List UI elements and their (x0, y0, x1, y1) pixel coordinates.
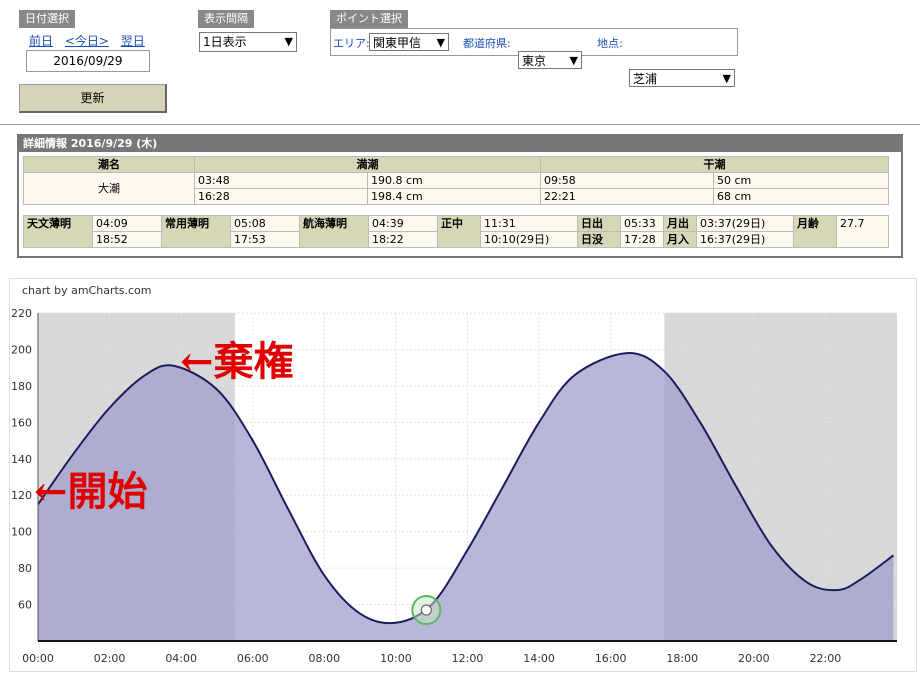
x-tick-label: 06:00 (237, 652, 269, 665)
y-tick-label: 180 (11, 380, 32, 393)
x-tick-label: 04:00 (165, 652, 197, 665)
x-tick-label: 16:00 (595, 652, 627, 665)
x-tick-label: 14:00 (523, 652, 555, 665)
y-tick-label: 80 (18, 562, 32, 575)
annotation-abandon: ←棄権 (180, 338, 294, 385)
y-tick-label: 120 (11, 489, 32, 502)
y-tick-label: 200 (11, 343, 32, 356)
x-tick-label: 10:00 (380, 652, 412, 665)
annotation-start: ←開始 (34, 468, 148, 515)
x-tick-label: 08:00 (308, 652, 340, 665)
cursor-marker-dot (420, 604, 432, 616)
x-tick-label: 22:00 (810, 652, 842, 665)
x-tick-label: 00:00 (22, 652, 54, 665)
y-tick-label: 220 (11, 307, 32, 320)
x-tick-label: 12:00 (452, 652, 484, 665)
tide-chart[interactable]: 60 80 100 120 140 160 180 200 220 00:00 02:00 04:0… (0, 0, 920, 688)
y-tick-label: 160 (11, 416, 32, 429)
y-tick-label: 60 (18, 599, 32, 612)
x-tick-label: 20:00 (738, 652, 770, 665)
y-tick-label: 100 (11, 526, 32, 539)
x-tick-label: 18:00 (666, 652, 698, 665)
x-tick-label: 02:00 (94, 652, 126, 665)
y-tick-label: 140 (11, 453, 32, 466)
